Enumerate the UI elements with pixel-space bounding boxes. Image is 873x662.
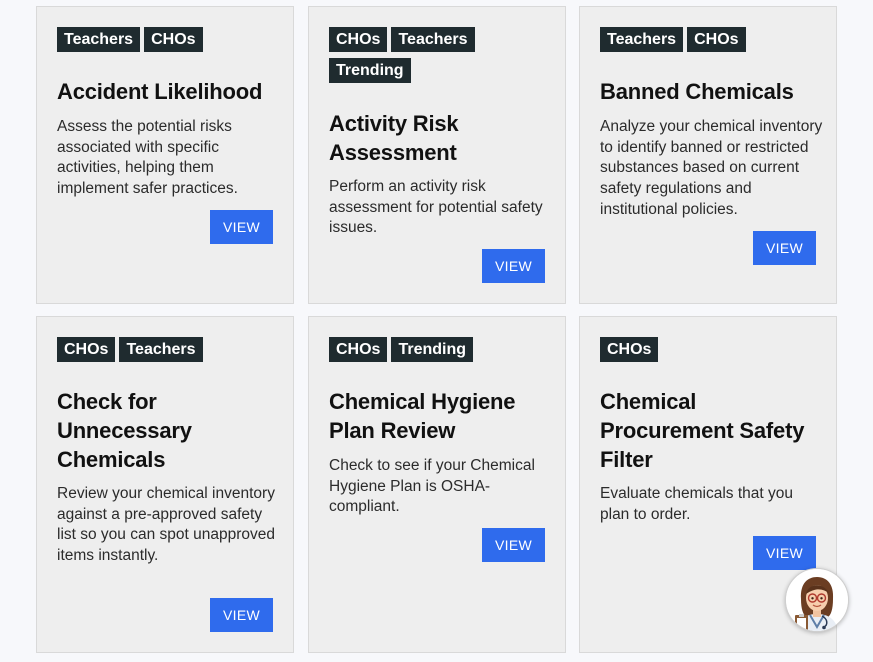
tag-badge: Trending xyxy=(391,337,474,362)
tag-badge: CHOs xyxy=(144,27,203,52)
view-button[interactable]: VIEW xyxy=(753,231,816,265)
card-description: Analyze your chemical inventory to ident… xyxy=(600,118,823,218)
tool-card: CHOs Teachers Check for Unnecessary Chemi… xyxy=(36,316,294,653)
view-button[interactable]: VIEW xyxy=(210,210,273,244)
view-button[interactable]: VIEW xyxy=(482,528,545,562)
tag-list: CHOs Teachers xyxy=(57,337,277,368)
card-title: Check for Unnecessary Chemicals xyxy=(57,389,192,472)
card-description: Perform an activity risk assessment for … xyxy=(329,178,543,237)
tag-list: CHOs Trending xyxy=(329,337,549,368)
tag-badge: CHOs xyxy=(57,337,116,362)
card-title: Chemical Procurement Safety Filter xyxy=(600,389,805,472)
tag-badge: Teachers xyxy=(119,337,203,362)
card-title: Activity Risk Assessment xyxy=(329,111,459,165)
card-description: Review your chemical inventory against a… xyxy=(57,485,275,565)
tag-badge: Teachers xyxy=(57,27,141,52)
tag-list: Teachers CHOs xyxy=(57,27,277,58)
card-description: Assess the potential risks associated wi… xyxy=(57,118,238,198)
view-button[interactable]: VIEW xyxy=(210,598,273,632)
tag-badge: Trending xyxy=(329,58,411,83)
tag-list: CHOs xyxy=(600,337,820,368)
assistant-avatar-button[interactable] xyxy=(785,568,849,632)
tag-badge: CHOs xyxy=(600,337,659,362)
view-button[interactable]: VIEW xyxy=(753,536,816,570)
tag-list: Teachers CHOs xyxy=(600,27,820,58)
tools-grid: Teachers CHOs Accident Likelihood Assess … xyxy=(0,0,873,662)
tag-badge: CHOs xyxy=(329,27,388,52)
tag-badge: Teachers xyxy=(600,27,684,52)
view-button[interactable]: VIEW xyxy=(482,249,545,283)
assistant-avatar-icon xyxy=(786,569,848,631)
tool-card: CHOs Teachers Trending Activity Risk Asses… xyxy=(308,6,566,304)
tool-card: CHOs Trending Chemical Hygiene Plan Revie… xyxy=(308,316,566,653)
tool-card: Teachers CHOs Accident Likelihood Assess … xyxy=(36,6,294,304)
tool-card: Teachers CHOs Banned Chemicals Analyze yo… xyxy=(579,6,837,304)
card-title: Accident Likelihood xyxy=(57,79,263,104)
tag-list: CHOs Teachers Trending xyxy=(329,27,549,89)
tag-badge: Teachers xyxy=(391,27,475,52)
card-title: Banned Chemicals xyxy=(600,79,794,104)
card-description: Check to see if your Chemical Hygiene Pl… xyxy=(329,457,535,516)
card-title: Chemical Hygiene Plan Review xyxy=(329,389,516,443)
tag-badge: CHOs xyxy=(687,27,746,52)
card-description: Evaluate chemicals that you plan to orde… xyxy=(600,485,793,523)
tag-badge: CHOs xyxy=(329,337,388,362)
